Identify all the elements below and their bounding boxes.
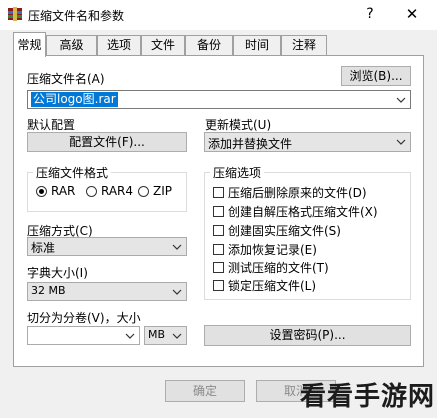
archive-name-value: 公司logo图.rar [31, 92, 118, 107]
tab-time[interactable]: 时间 [233, 35, 281, 55]
dictionary-label: 字典大小(I) [27, 266, 88, 280]
winrar-icon [8, 7, 22, 21]
profiles-label: 默认配置 [27, 118, 76, 132]
format-rar4-radio[interactable] [86, 186, 97, 197]
chevron-down-icon [172, 244, 182, 250]
dictionary-value: 32 MB [31, 284, 66, 297]
tab-general[interactable]: 常规 [13, 32, 46, 57]
window-title: 压缩文件名和参数 [28, 9, 125, 23]
update-mode-value: 添加并替换文件 [208, 137, 293, 151]
format-zip-radio[interactable] [138, 186, 149, 197]
format-group-title: 压缩文件格式 [33, 164, 112, 181]
option-solid-label[interactable]: 创建固实压缩文件(S) [228, 222, 341, 239]
chevron-down-icon [172, 333, 182, 339]
dictionary-select[interactable]: 32 MB [27, 282, 187, 301]
chevron-down-icon[interactable] [125, 329, 135, 343]
close-button[interactable]: ✕ [398, 3, 426, 25]
option-recovery-label[interactable]: 添加恢复记录(E) [228, 241, 317, 258]
tab-backup[interactable]: 备份 [185, 35, 233, 55]
profiles-button[interactable]: 配置文件(F)... [27, 132, 187, 152]
tab-files[interactable]: 文件 [141, 35, 185, 55]
update-mode-select[interactable]: 添加并替换文件 [204, 132, 411, 152]
option-delete-checkbox[interactable] [213, 187, 224, 198]
set-password-button[interactable]: 设置密码(P)... [204, 325, 411, 346]
chevron-down-icon[interactable] [396, 93, 406, 107]
tab-advanced[interactable]: 高级 [46, 35, 97, 55]
option-lock-checkbox[interactable] [213, 280, 224, 291]
tab-options[interactable]: 选项 [97, 35, 141, 55]
help-button[interactable]: ? [356, 3, 384, 25]
split-unit-select[interactable]: MB [144, 326, 187, 345]
option-sfx-label[interactable]: 创建自解压格式压缩文件(X) [228, 203, 378, 220]
tab-comment[interactable]: 注释 [281, 35, 327, 55]
chevron-down-icon [396, 139, 406, 145]
split-unit-value: MB [148, 328, 166, 341]
format-rar-label[interactable]: RAR [51, 184, 75, 198]
option-test-checkbox[interactable] [213, 262, 224, 273]
method-value: 标准 [31, 241, 56, 255]
watermark: 看看手游网 [300, 382, 436, 412]
option-test-label[interactable]: 测试压缩的文件(T) [228, 259, 329, 276]
method-select[interactable]: 标准 [27, 237, 187, 256]
format-rar-radio[interactable] [36, 186, 47, 197]
chevron-down-icon [172, 289, 182, 295]
update-mode-label: 更新模式(U) [205, 118, 272, 132]
option-solid-checkbox[interactable] [213, 225, 224, 236]
archive-name-input[interactable]: 公司logo图.rar [27, 90, 411, 109]
archive-name-label: 压缩文件名(A) [27, 72, 105, 86]
ok-button[interactable]: 确定 [165, 380, 245, 402]
browse-button[interactable]: 浏览(B)... [341, 66, 411, 86]
format-zip-label[interactable]: ZIP [153, 184, 172, 198]
format-rar4-label[interactable]: RAR4 [101, 184, 133, 198]
option-lock-label[interactable]: 锁定压缩文件(L) [228, 277, 316, 294]
option-recovery-checkbox[interactable] [213, 244, 224, 255]
option-sfx-checkbox[interactable] [213, 206, 224, 217]
options-group-title: 压缩选项 [210, 164, 265, 181]
option-delete-label[interactable]: 压缩后删除原来的文件(D) [228, 184, 367, 201]
split-size-input[interactable] [27, 326, 140, 345]
split-label: 切分为分卷(V)，大小 [27, 311, 141, 325]
